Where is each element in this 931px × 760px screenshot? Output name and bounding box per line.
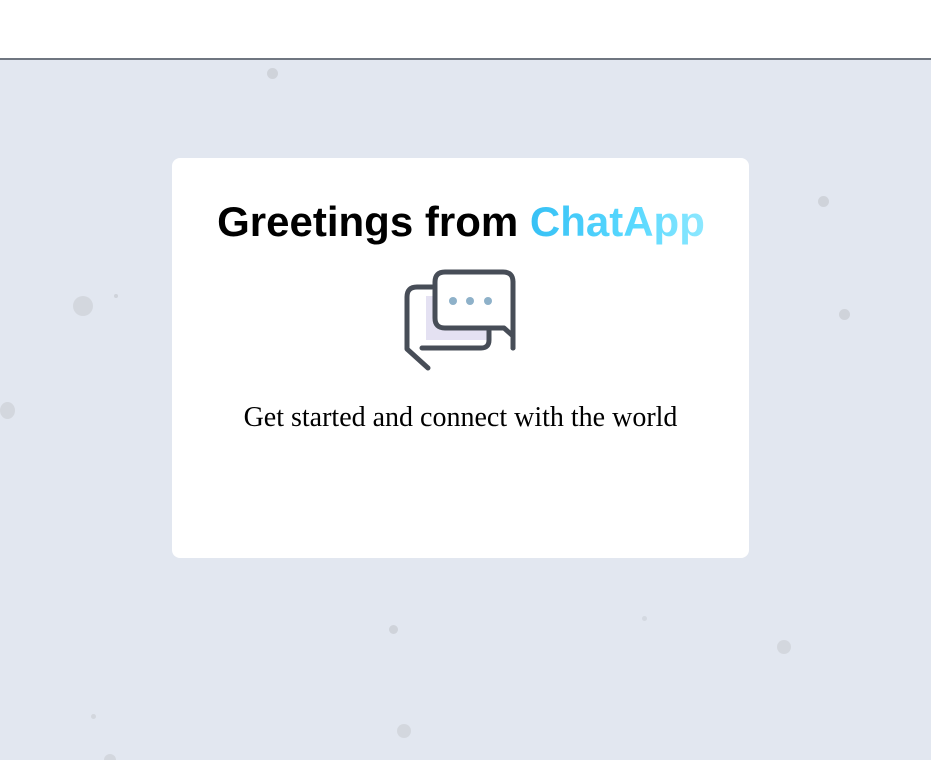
background-particle: [777, 640, 791, 654]
top-bar: [0, 0, 931, 60]
chat-bubbles-icon: [402, 268, 518, 372]
background-particle: [397, 724, 411, 738]
tagline: Get started and connect with the world: [243, 402, 678, 433]
background-particle: [642, 616, 647, 621]
background-particle: [267, 68, 278, 79]
background-particle: [114, 294, 118, 298]
background-particle: [389, 625, 398, 634]
greeting-prefix: Greetings from: [217, 198, 530, 245]
background-particle: [0, 402, 15, 419]
greeting-title: Greetings from ChatApp: [0, 196, 922, 248]
background-particle: [839, 309, 850, 320]
brand-name: ChatApp: [529, 198, 705, 245]
background-particle: [104, 754, 116, 760]
background-particle: [91, 714, 96, 719]
background-particle: [73, 296, 93, 316]
